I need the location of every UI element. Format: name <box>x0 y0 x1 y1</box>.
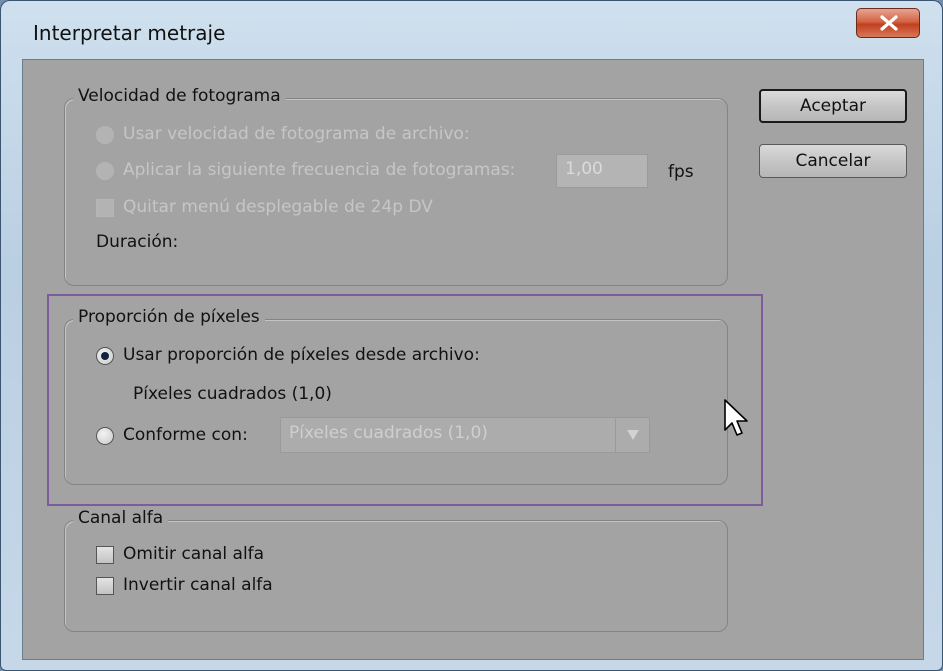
close-icon <box>880 15 898 31</box>
apply-frame-rate-radio[interactable] <box>96 162 114 180</box>
use-file-frame-rate-label: Usar velocidad de fotograma de archivo: <box>123 124 470 144</box>
highlight-rectangle <box>47 294 763 506</box>
ignore-alpha-checkbox[interactable] <box>96 546 114 564</box>
fps-input[interactable]: 1,00 <box>556 154 648 188</box>
invert-alpha-label: Invertir canal alfa <box>123 575 273 595</box>
title-bar[interactable]: Interpretar metraje <box>1 1 942 59</box>
invert-alpha-checkbox[interactable] <box>96 577 114 595</box>
use-file-frame-rate-radio[interactable] <box>96 126 114 144</box>
dialog-body: Velocidad de fotograma Usar velocidad de… <box>22 59 924 660</box>
fps-unit-label: fps <box>668 162 694 182</box>
alpha-legend: Canal alfa <box>73 508 169 528</box>
frame-rate-legend: Velocidad de fotograma <box>73 86 286 106</box>
mouse-cursor-icon <box>724 399 748 436</box>
apply-frame-rate-label: Aplicar la siguiente frecuencia de fotog… <box>123 160 516 180</box>
remove-pulldown-checkbox[interactable] <box>96 199 114 217</box>
ignore-alpha-label: Omitir canal alfa <box>123 544 265 564</box>
ok-button[interactable]: Aceptar <box>759 89 907 123</box>
duration-label: Duración: <box>96 232 179 252</box>
remove-pulldown-label: Quitar menú desplegable de 24p DV <box>123 197 433 217</box>
close-button[interactable] <box>856 8 920 38</box>
window-title: Interpretar metraje <box>33 21 226 45</box>
interpret-footage-dialog: Interpretar metraje Velocidad de fotogra… <box>0 0 943 671</box>
cancel-button[interactable]: Cancelar <box>759 144 907 178</box>
